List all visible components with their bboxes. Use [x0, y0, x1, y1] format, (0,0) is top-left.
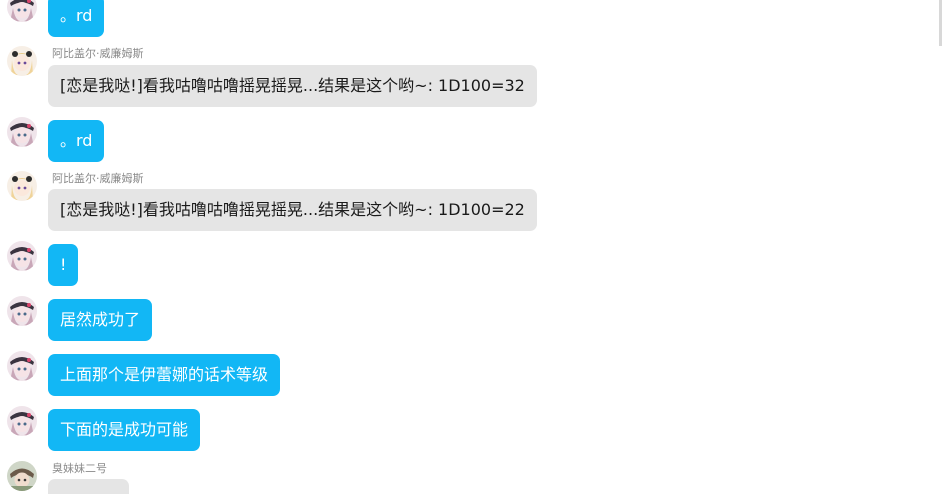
message-bubble[interactable]: 。rd — [48, 120, 105, 162]
sister-avatar-icon[interactable] — [7, 461, 37, 491]
message-bubble[interactable]: 。rd — [48, 0, 105, 37]
sender-name: 臭妹妹二号 — [52, 462, 107, 475]
self-avatar-icon[interactable] — [7, 406, 37, 436]
self-avatar-icon[interactable] — [7, 0, 37, 22]
self-avatar-icon[interactable] — [7, 351, 37, 381]
self-avatar-icon[interactable] — [7, 117, 37, 147]
message-bubble[interactable]: [恋是我哒!]看我咕噜咕噜摇晃摇晃...结果是这个哟~: 1D100=32 — [48, 65, 537, 107]
message-bubble[interactable]: 居然成功了 — [48, 299, 153, 341]
message-bubble[interactable]: [恋是我哒!]看我咕噜咕噜摇晃摇晃...结果是这个哟~: 1D100=22 — [48, 189, 537, 231]
abigail-avatar-icon[interactable] — [7, 46, 37, 76]
abigail-avatar-icon[interactable] — [7, 171, 37, 201]
chat-message-list[interactable]: 。rd 阿比盖尔·威廉姆斯 [恋是我哒!]看我咕噜咕噜摇晃摇晃...结果是这个哟… — [0, 0, 942, 494]
self-avatar-icon[interactable] — [7, 241, 37, 271]
self-avatar-icon[interactable] — [7, 296, 37, 326]
sender-name: 阿比盖尔·威廉姆斯 — [52, 172, 144, 185]
message-bubble[interactable]: 下面的是成功可能 — [48, 409, 201, 451]
message-bubble[interactable]: ! — [48, 244, 79, 286]
sender-name: 阿比盖尔·威廉姆斯 — [52, 47, 144, 60]
message-bubble[interactable]: 上面那个是伊蕾娜的话术等级 — [48, 354, 281, 396]
message-bubble[interactable] — [48, 479, 129, 494]
